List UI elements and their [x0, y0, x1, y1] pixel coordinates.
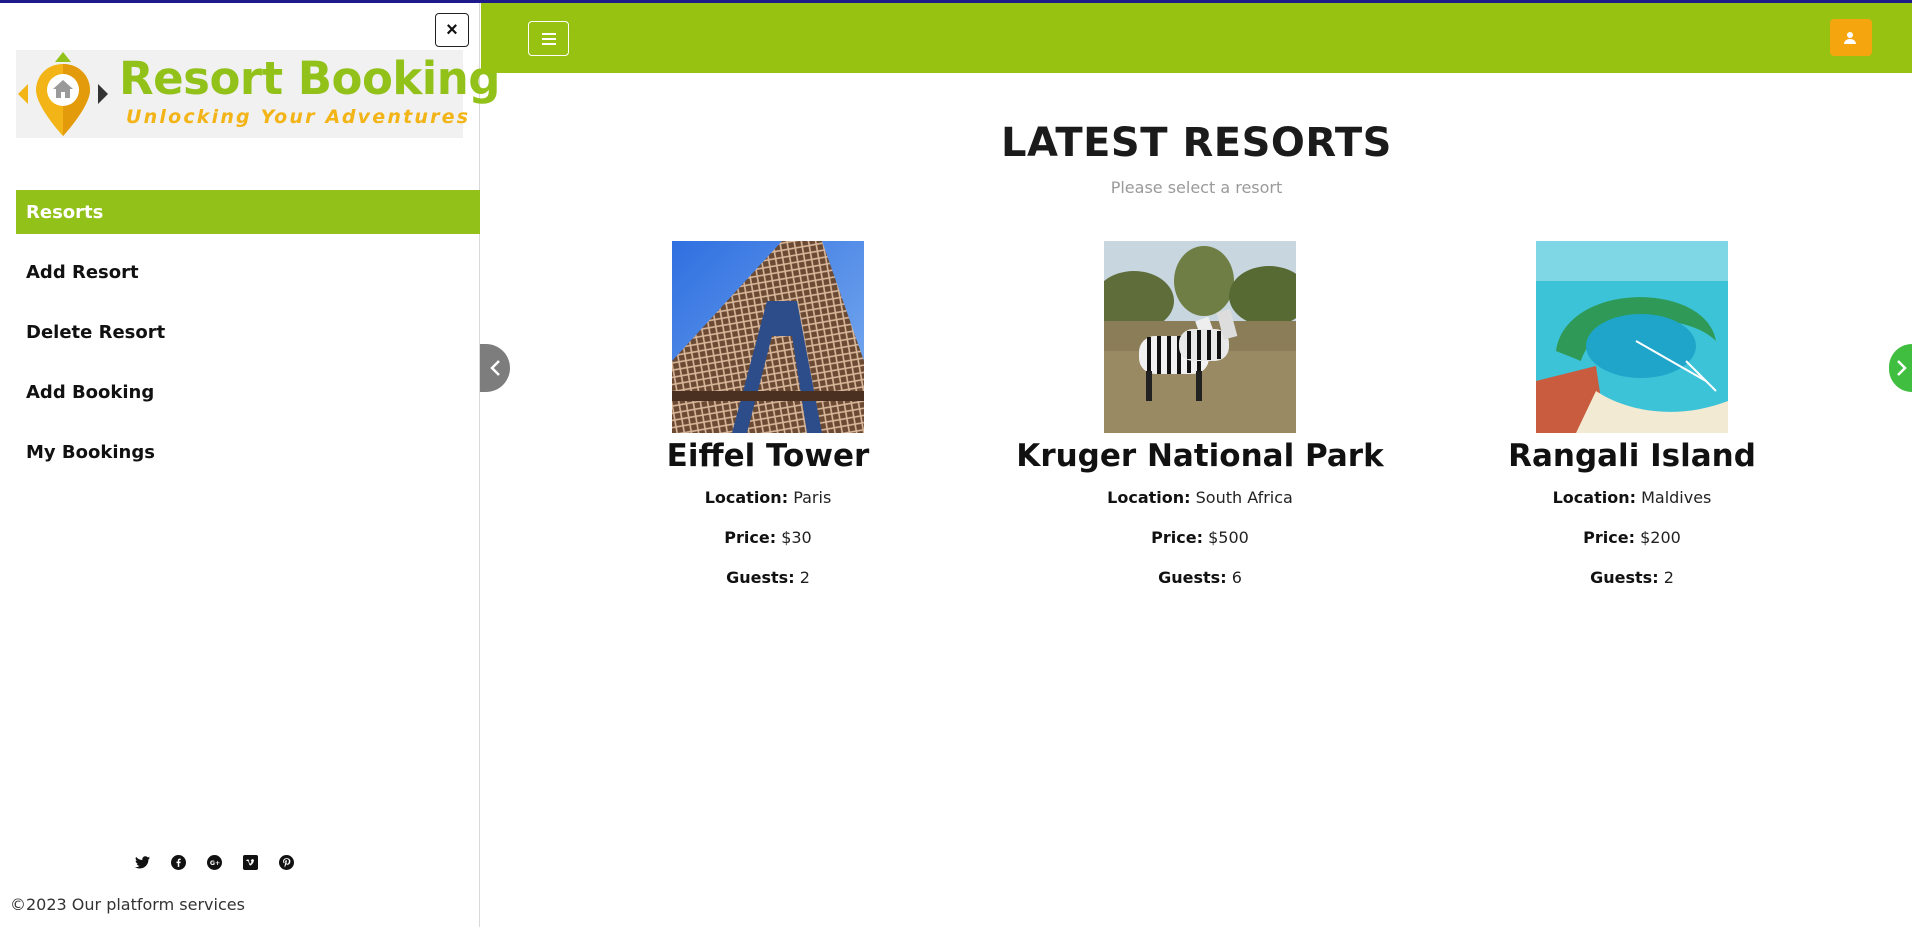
resort-image-kruger-national-park[interactable] [1104, 241, 1296, 433]
price-value: $30 [781, 528, 812, 547]
guests-value: 2 [1663, 568, 1674, 587]
location-label: Location: [1552, 488, 1636, 507]
page-title: LATEST RESORTS [1000, 120, 1392, 166]
social-links: G+ [133, 853, 296, 872]
guests-label: Guests: [726, 568, 795, 587]
logo-title: Resort Booking [119, 52, 500, 105]
resort-location: Location: South Africa [992, 488, 1408, 507]
resort-price: Price: $500 [992, 528, 1408, 547]
location-value: Maldives [1641, 488, 1712, 507]
resort-image-rangali-island[interactable] [1536, 241, 1728, 433]
facebook-icon[interactable] [169, 853, 188, 872]
resort-name: Eiffel Tower [666, 438, 870, 474]
logo[interactable]: Resort Booking Unlocking Your Adventures [16, 50, 500, 138]
price-label: Price: [1151, 528, 1204, 547]
google-plus-icon[interactable]: G+ [205, 853, 224, 872]
carousel-next-button[interactable] [1889, 344, 1912, 392]
location-value: South Africa [1195, 488, 1293, 507]
location-label: Location: [1107, 488, 1191, 507]
location-pin-logo-icon [18, 52, 108, 136]
page-subtitle: Please select a resort [1110, 178, 1283, 197]
carousel-prev-button[interactable] [480, 344, 510, 392]
sidebar-item-resorts[interactable]: Resorts [16, 190, 480, 234]
chevron-left-icon [490, 360, 500, 376]
resort-location: Location: Paris [560, 488, 976, 507]
guests-value: 6 [1231, 568, 1242, 587]
menu-line-icon [541, 42, 556, 45]
resort-name: Kruger National Park [1016, 438, 1384, 474]
menu-line-icon [541, 37, 556, 40]
twitter-icon[interactable] [133, 853, 152, 872]
resort-guests: Guests: 2 [1424, 568, 1840, 587]
resort-location: Location: Maldives [1424, 488, 1840, 507]
resort-name: Rangali Island [1508, 438, 1756, 474]
user-icon [1844, 31, 1859, 44]
copyright-text: ©2023 Our platform services [10, 895, 245, 914]
menu-line-icon [541, 32, 556, 35]
resort-guests: Guests: 2 [560, 568, 976, 587]
sidebar-item-delete-resort[interactable]: Delete Resort [16, 310, 480, 354]
sidebar-item-my-bookings[interactable]: My Bookings [16, 430, 480, 474]
sidebar: × Resort Booking Unlocking Your Adventur… [0, 3, 500, 927]
sidebar-nav: Resorts Add Resort Delete Resort Add Boo… [16, 190, 480, 490]
guests-label: Guests: [1590, 568, 1659, 587]
resort-image-eiffel-tower[interactable] [672, 241, 864, 433]
price-label: Price: [1583, 528, 1636, 547]
pinterest-icon[interactable] [277, 853, 296, 872]
price-value: $500 [1208, 528, 1249, 547]
guests-label: Guests: [1158, 568, 1227, 587]
svg-text:G+: G+ [210, 860, 220, 867]
hamburger-menu-button[interactable] [528, 21, 569, 56]
resort-price: Price: $200 [1424, 528, 1840, 547]
vimeo-icon[interactable] [241, 853, 260, 872]
resort-guests: Guests: 6 [992, 568, 1408, 587]
chevron-right-icon [1896, 360, 1907, 376]
top-header [481, 3, 1912, 73]
guests-value: 2 [799, 568, 810, 587]
user-account-button[interactable] [1830, 19, 1872, 56]
location-label: Location: [704, 488, 789, 507]
sidebar-item-add-resort[interactable]: Add Resort [16, 250, 480, 294]
price-value: $200 [1640, 528, 1681, 547]
close-sidebar-button[interactable]: × [435, 13, 469, 47]
sidebar-item-add-booking[interactable]: Add Booking [16, 370, 480, 414]
price-label: Price: [724, 528, 777, 547]
location-value: Paris [793, 488, 832, 507]
logo-tagline: Unlocking Your Adventures [126, 106, 471, 128]
resort-price: Price: $30 [560, 528, 976, 547]
